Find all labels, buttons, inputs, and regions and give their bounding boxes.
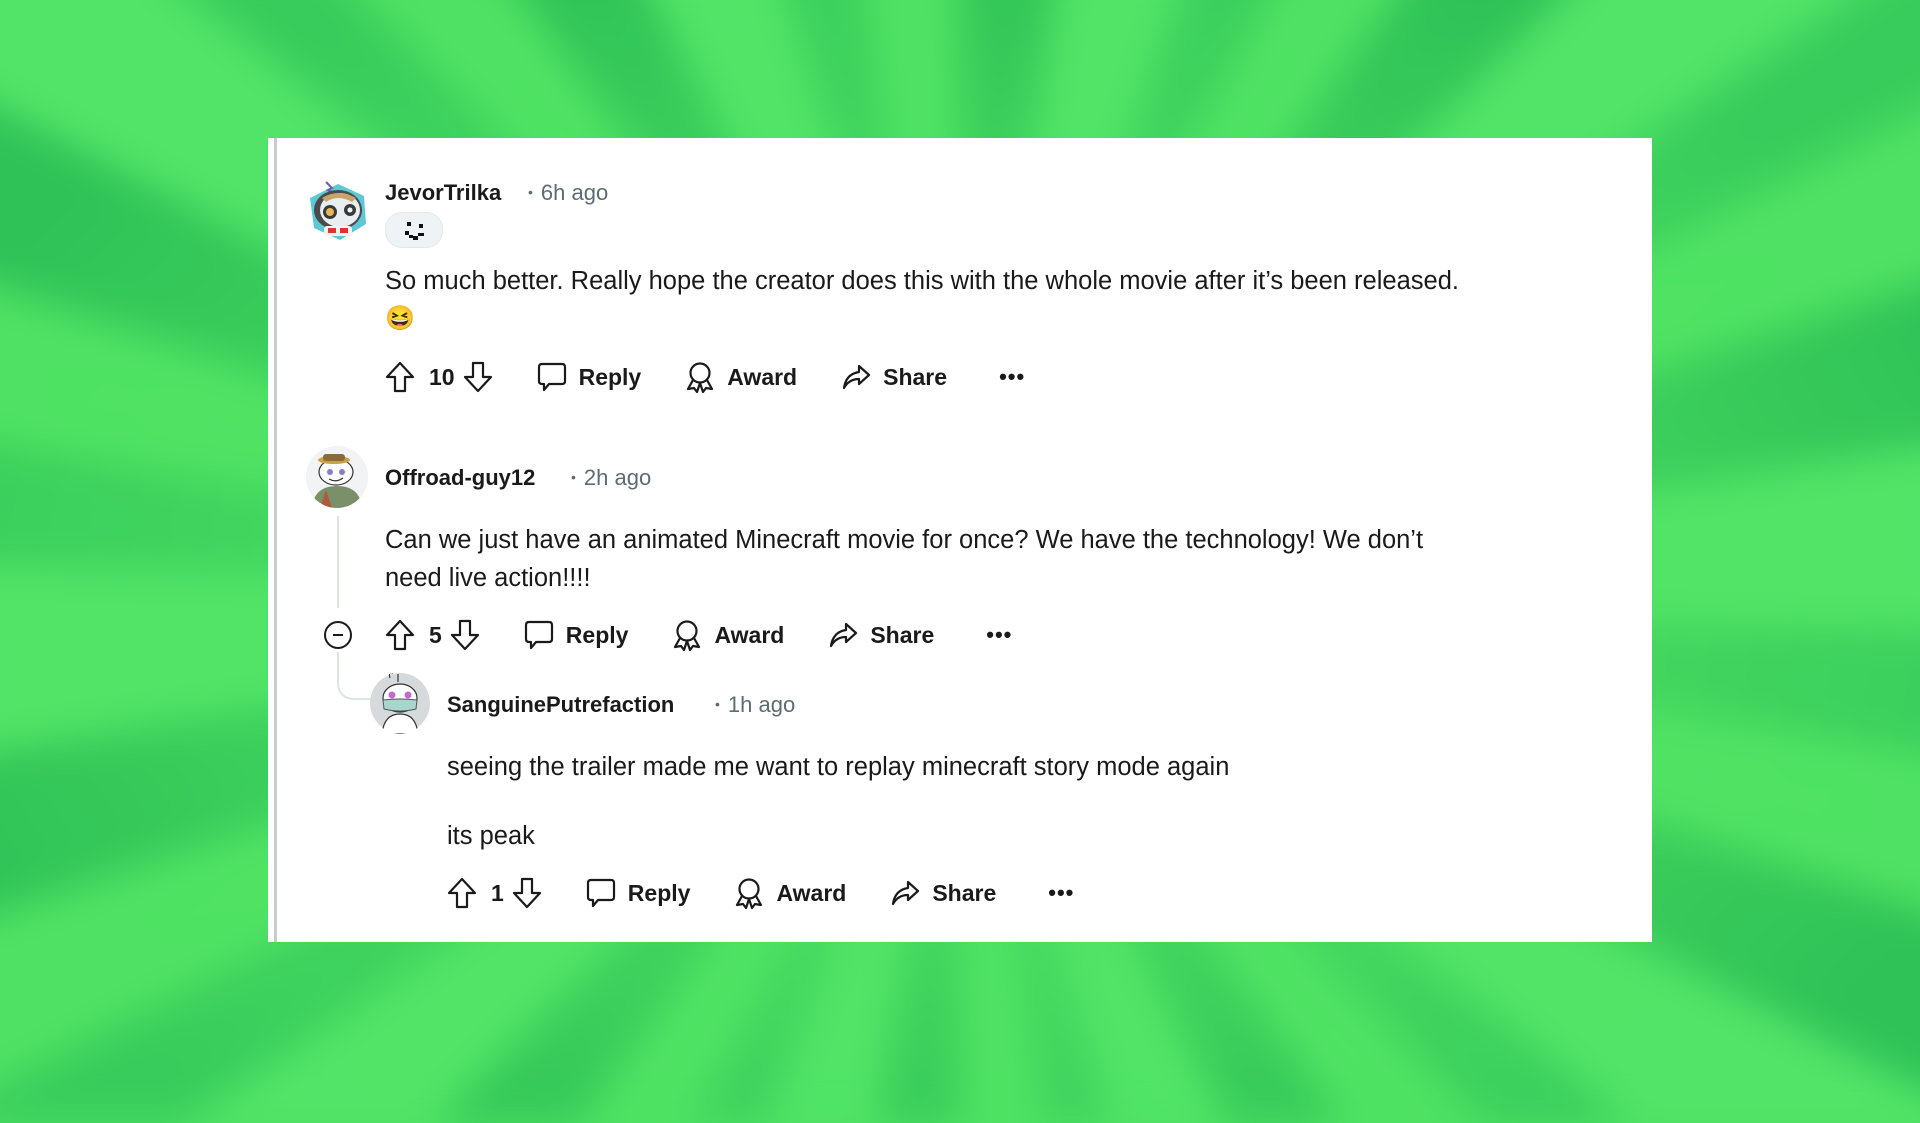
upvote-arrow-icon: [385, 619, 415, 651]
comment-body: So much better. Really hope the creator …: [385, 262, 1459, 338]
award-ribbon-icon: [674, 620, 701, 651]
award-label: Award: [714, 621, 785, 648]
user-avatar[interactable]: [306, 178, 370, 244]
comment-body: Can we just have an animated Minecraft m…: [385, 521, 1423, 597]
thread-connector: [337, 652, 373, 700]
upvote-button[interactable]: [385, 619, 415, 651]
comment-action-bar: 5 Reply Award Share •••: [385, 615, 1012, 655]
comment-timestamp: • 1h ago: [715, 692, 795, 718]
award-button[interactable]: Award: [734, 877, 846, 909]
upvote-arrow-icon: [447, 877, 477, 909]
comment-body-line: seeing the trailer made me want to repla…: [447, 753, 1230, 781]
comment-timestamp: • 6h ago: [528, 180, 608, 206]
upvote-arrow-icon: [385, 361, 415, 393]
comment-emoji: 😆: [385, 305, 415, 332]
share-button[interactable]: Share: [890, 877, 996, 909]
comment-body-line: So much better. Really hope the creator …: [385, 267, 1459, 295]
award-label: Award: [727, 363, 798, 390]
upvote-button[interactable]: [385, 361, 415, 393]
award-button[interactable]: Award: [672, 619, 784, 651]
comment-time: 6h ago: [540, 180, 609, 205]
reply-label: Reply: [565, 621, 629, 648]
share-label: Share: [870, 621, 935, 648]
share-label: Share: [932, 879, 997, 906]
comment-timestamp: • 2h ago: [571, 465, 651, 491]
comment-username[interactable]: SanguinePutrefaction: [447, 692, 674, 718]
share-arrow-icon: [843, 364, 871, 390]
share-arrow-icon: [830, 622, 858, 648]
separator-dot: •: [571, 469, 576, 485]
comment-username[interactable]: Offroad-guy12: [385, 465, 535, 491]
comment-action-bar: 1 Reply Award Share •••: [447, 873, 1074, 913]
collapse-thread-button[interactable]: [324, 621, 352, 649]
comment-bubble-icon: [537, 362, 566, 392]
user-avatar[interactable]: [306, 446, 368, 508]
snoo-avatar-panda-gamer-icon: [310, 181, 366, 240]
snoo-avatar-mask-icon: [370, 672, 430, 734]
comment-body-line: its peak: [447, 822, 535, 850]
more-options-button[interactable]: •••: [986, 622, 1012, 648]
reply-button[interactable]: Reply: [524, 619, 629, 651]
separator-dot: •: [715, 696, 720, 712]
vote-count: 10: [429, 363, 455, 390]
separator-dot: •: [528, 184, 533, 200]
comment-action-bar: 10 Reply Award Share •••: [385, 357, 1025, 397]
more-options-button[interactable]: •••: [999, 364, 1025, 390]
comment-time: 2h ago: [583, 465, 652, 490]
reply-label: Reply: [578, 363, 642, 390]
comment-bubble-icon: [524, 620, 553, 650]
reply-button[interactable]: Reply: [586, 877, 691, 909]
comment-body: seeing the trailer made me want to repla…: [447, 748, 1229, 855]
downvote-arrow-icon: [512, 877, 541, 909]
downvote-arrow-icon: [450, 619, 479, 651]
share-label: Share: [883, 363, 948, 390]
user-flair-badge: [385, 212, 443, 248]
thread-line: [337, 516, 339, 608]
comment-thread-card: JevorTrilka • 6h ago So much better. Real…: [268, 138, 1652, 942]
pixel-smiley-flair-icon: [405, 222, 424, 240]
share-button[interactable]: Share: [828, 619, 934, 651]
snoo-avatar-hat-icon: [306, 446, 368, 508]
user-avatar[interactable]: [370, 672, 430, 734]
upvote-button[interactable]: [447, 877, 477, 909]
downvote-button[interactable]: [463, 361, 493, 393]
card-left-border: [274, 138, 277, 942]
reply-button[interactable]: Reply: [537, 361, 642, 393]
award-ribbon-icon: [736, 878, 763, 909]
reply-label: Reply: [627, 879, 691, 906]
award-label: Award: [776, 879, 847, 906]
share-button[interactable]: Share: [841, 361, 947, 393]
comment-body-line: Can we just have an animated Minecraft m…: [385, 526, 1424, 554]
downvote-arrow-icon: [463, 361, 492, 393]
award-button[interactable]: Award: [685, 361, 797, 393]
comment-body-line: need live action!!!!: [385, 564, 591, 592]
comment-time: 1h ago: [727, 692, 796, 717]
more-options-button[interactable]: •••: [1048, 880, 1074, 906]
share-arrow-icon: [892, 880, 920, 906]
downvote-button[interactable]: [450, 619, 480, 651]
downvote-button[interactable]: [512, 877, 542, 909]
comment-username[interactable]: JevorTrilka: [385, 180, 501, 206]
comment-bubble-icon: [586, 878, 615, 908]
vote-count: 5: [429, 621, 442, 648]
vote-count: 1: [491, 879, 504, 906]
award-ribbon-icon: [687, 362, 714, 393]
